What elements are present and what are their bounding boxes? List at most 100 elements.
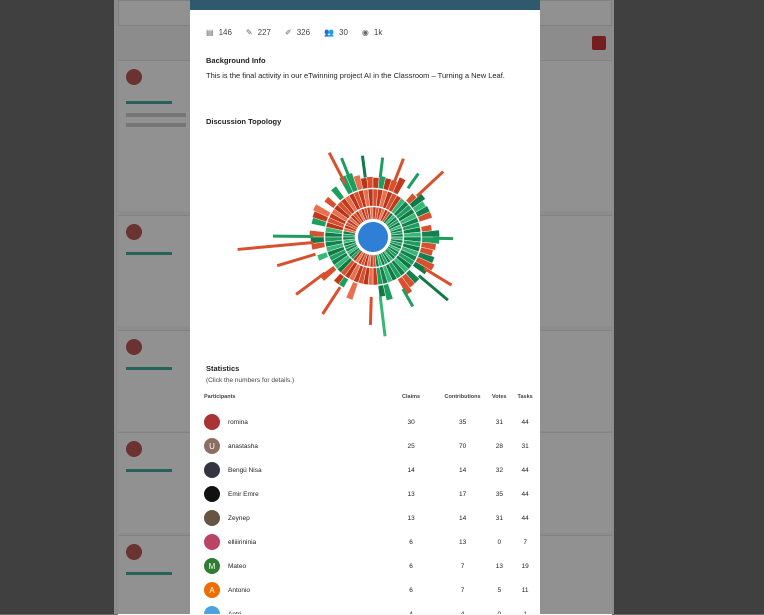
modal-header-image bbox=[190, 0, 540, 10]
claims-count[interactable]: 6 bbox=[385, 554, 436, 578]
avatar[interactable] bbox=[204, 414, 220, 430]
avatar[interactable] bbox=[204, 510, 220, 526]
claims-count[interactable]: 25 bbox=[385, 434, 436, 458]
claims-count[interactable]: 13 bbox=[385, 482, 436, 506]
tasks-count[interactable]: 44 bbox=[510, 506, 540, 530]
topology-segment[interactable] bbox=[346, 282, 358, 300]
tasks-header: Tasks bbox=[510, 390, 540, 410]
claims-count[interactable]: 13 bbox=[385, 506, 436, 530]
discussion-details-modal: ▤146 ✎227 ✐326 👥30 ◉1k Background Info T… bbox=[190, 0, 540, 614]
participants-table: Participants Claims Contributions Votes … bbox=[204, 390, 540, 614]
votes-count[interactable]: 0 bbox=[488, 530, 510, 554]
participant-name[interactable]: Emir Emre bbox=[228, 491, 259, 498]
table-header-row: Participants Claims Contributions Votes … bbox=[204, 390, 540, 410]
participant-name[interactable]: elliiirininia bbox=[228, 539, 256, 546]
votes-count[interactable]: 31 bbox=[488, 506, 510, 530]
contributions-count[interactable]: 17 bbox=[437, 482, 489, 506]
claims-count[interactable]: 6 bbox=[385, 578, 436, 602]
sunburst-rings[interactable] bbox=[238, 153, 453, 337]
topology-branch[interactable] bbox=[370, 297, 371, 325]
statistics-title: Statistics bbox=[206, 364, 239, 373]
avatar[interactable]: U bbox=[204, 438, 220, 454]
table-row: A Antonio 67511 bbox=[204, 578, 540, 602]
votes-count[interactable]: 13 bbox=[488, 554, 510, 578]
tasks-count[interactable]: 44 bbox=[510, 410, 540, 434]
tasks-count[interactable]: 44 bbox=[510, 458, 540, 482]
topology-segment[interactable] bbox=[331, 186, 344, 200]
tasks-count[interactable]: 44 bbox=[510, 482, 540, 506]
participant-cell: romina bbox=[204, 410, 385, 434]
participant-name[interactable]: Mateo bbox=[228, 563, 246, 570]
participant-name[interactable]: Antri bbox=[228, 611, 241, 615]
avatar[interactable]: M bbox=[204, 558, 220, 574]
table-row: elliiirininia 61307 bbox=[204, 530, 540, 554]
topology-branch[interactable] bbox=[380, 158, 382, 178]
contributions-count[interactable]: 35 bbox=[437, 410, 489, 434]
participant-cell: Bengü Nisa bbox=[204, 458, 385, 482]
topology-branch[interactable] bbox=[380, 297, 385, 337]
claims-count[interactable]: 14 bbox=[385, 458, 436, 482]
participant-name[interactable]: anastasha bbox=[228, 443, 258, 450]
claims-count[interactable]: 30 bbox=[385, 410, 436, 434]
participant-cell: Zeynep bbox=[204, 506, 385, 530]
topology-branch[interactable] bbox=[362, 156, 365, 178]
stat-discussions: ▤ 146 bbox=[206, 28, 232, 37]
claims-count[interactable]: 6 bbox=[385, 530, 436, 554]
discussion-icon: ▤ bbox=[206, 28, 214, 37]
pen-icon: ✐ bbox=[285, 28, 292, 37]
table-row: Bengü Nisa14143244 bbox=[204, 458, 540, 482]
contributions-count[interactable]: 13 bbox=[437, 530, 489, 554]
discussion-topology-chart[interactable] bbox=[190, 128, 540, 353]
tasks-count[interactable]: 7 bbox=[510, 530, 540, 554]
stat-value: 146 bbox=[219, 28, 232, 37]
tasks-count[interactable]: 19 bbox=[510, 554, 540, 578]
discussion-topology-title: Discussion Topology bbox=[206, 117, 281, 126]
participant-name[interactable]: Bengü Nisa bbox=[228, 467, 262, 474]
contributions-count[interactable]: 14 bbox=[437, 506, 489, 530]
discussion-stats: ▤146 ✎227 ✐326 👥30 ◉1k bbox=[206, 28, 382, 37]
votes-count[interactable]: 31 bbox=[488, 410, 510, 434]
participant-name[interactable]: Zeynep bbox=[228, 515, 250, 522]
topology-branch[interactable] bbox=[417, 172, 443, 197]
votes-count[interactable]: 5 bbox=[488, 578, 510, 602]
tasks-count[interactable]: 1 bbox=[510, 602, 540, 614]
contributions-count[interactable]: 70 bbox=[437, 434, 489, 458]
topology-branch[interactable] bbox=[408, 174, 418, 189]
votes-count[interactable]: 28 bbox=[488, 434, 510, 458]
topology-branch[interactable] bbox=[323, 287, 341, 314]
topology-branch[interactable] bbox=[277, 254, 315, 265]
claims-count[interactable]: 4 bbox=[385, 602, 436, 614]
participant-cell: Emir Emre bbox=[204, 482, 385, 506]
tasks-count[interactable]: 31 bbox=[510, 434, 540, 458]
topology-segment[interactable] bbox=[324, 197, 336, 209]
avatar[interactable] bbox=[204, 606, 220, 614]
contributions-count[interactable]: 14 bbox=[437, 458, 489, 482]
contributions-count[interactable]: 7 bbox=[437, 554, 489, 578]
avatar[interactable] bbox=[204, 486, 220, 502]
contributions-count[interactable]: 4 bbox=[437, 602, 489, 614]
stat-value: 227 bbox=[258, 28, 271, 37]
participant-name[interactable]: romina bbox=[228, 419, 248, 426]
votes-count[interactable]: 32 bbox=[488, 458, 510, 482]
topology-branch[interactable] bbox=[238, 242, 314, 249]
avatar[interactable] bbox=[204, 462, 220, 478]
topology-branch[interactable] bbox=[329, 153, 345, 184]
topology-branch[interactable] bbox=[296, 273, 325, 295]
votes-count[interactable]: 0 bbox=[488, 602, 510, 614]
contributions-count[interactable]: 7 bbox=[437, 578, 489, 602]
topology-segment[interactable] bbox=[367, 177, 373, 189]
participant-name[interactable]: Antonio bbox=[228, 587, 250, 594]
background-info-text: This is the final activity in our eTwinn… bbox=[206, 70, 516, 81]
participants-header: Participants bbox=[204, 390, 385, 410]
topology-segment[interactable] bbox=[317, 252, 328, 261]
background-info-title: Background Info bbox=[206, 56, 266, 65]
votes-count[interactable]: 35 bbox=[488, 482, 510, 506]
table-row: Antri4401 bbox=[204, 602, 540, 614]
participant-cell: Uanastasha bbox=[204, 434, 385, 458]
avatar[interactable] bbox=[204, 534, 220, 550]
tasks-count[interactable]: 11 bbox=[510, 578, 540, 602]
avatar[interactable]: A bbox=[204, 582, 220, 598]
stat-value: 30 bbox=[339, 28, 348, 37]
topology-branch[interactable] bbox=[395, 159, 404, 181]
topology-root-node[interactable] bbox=[357, 221, 389, 253]
